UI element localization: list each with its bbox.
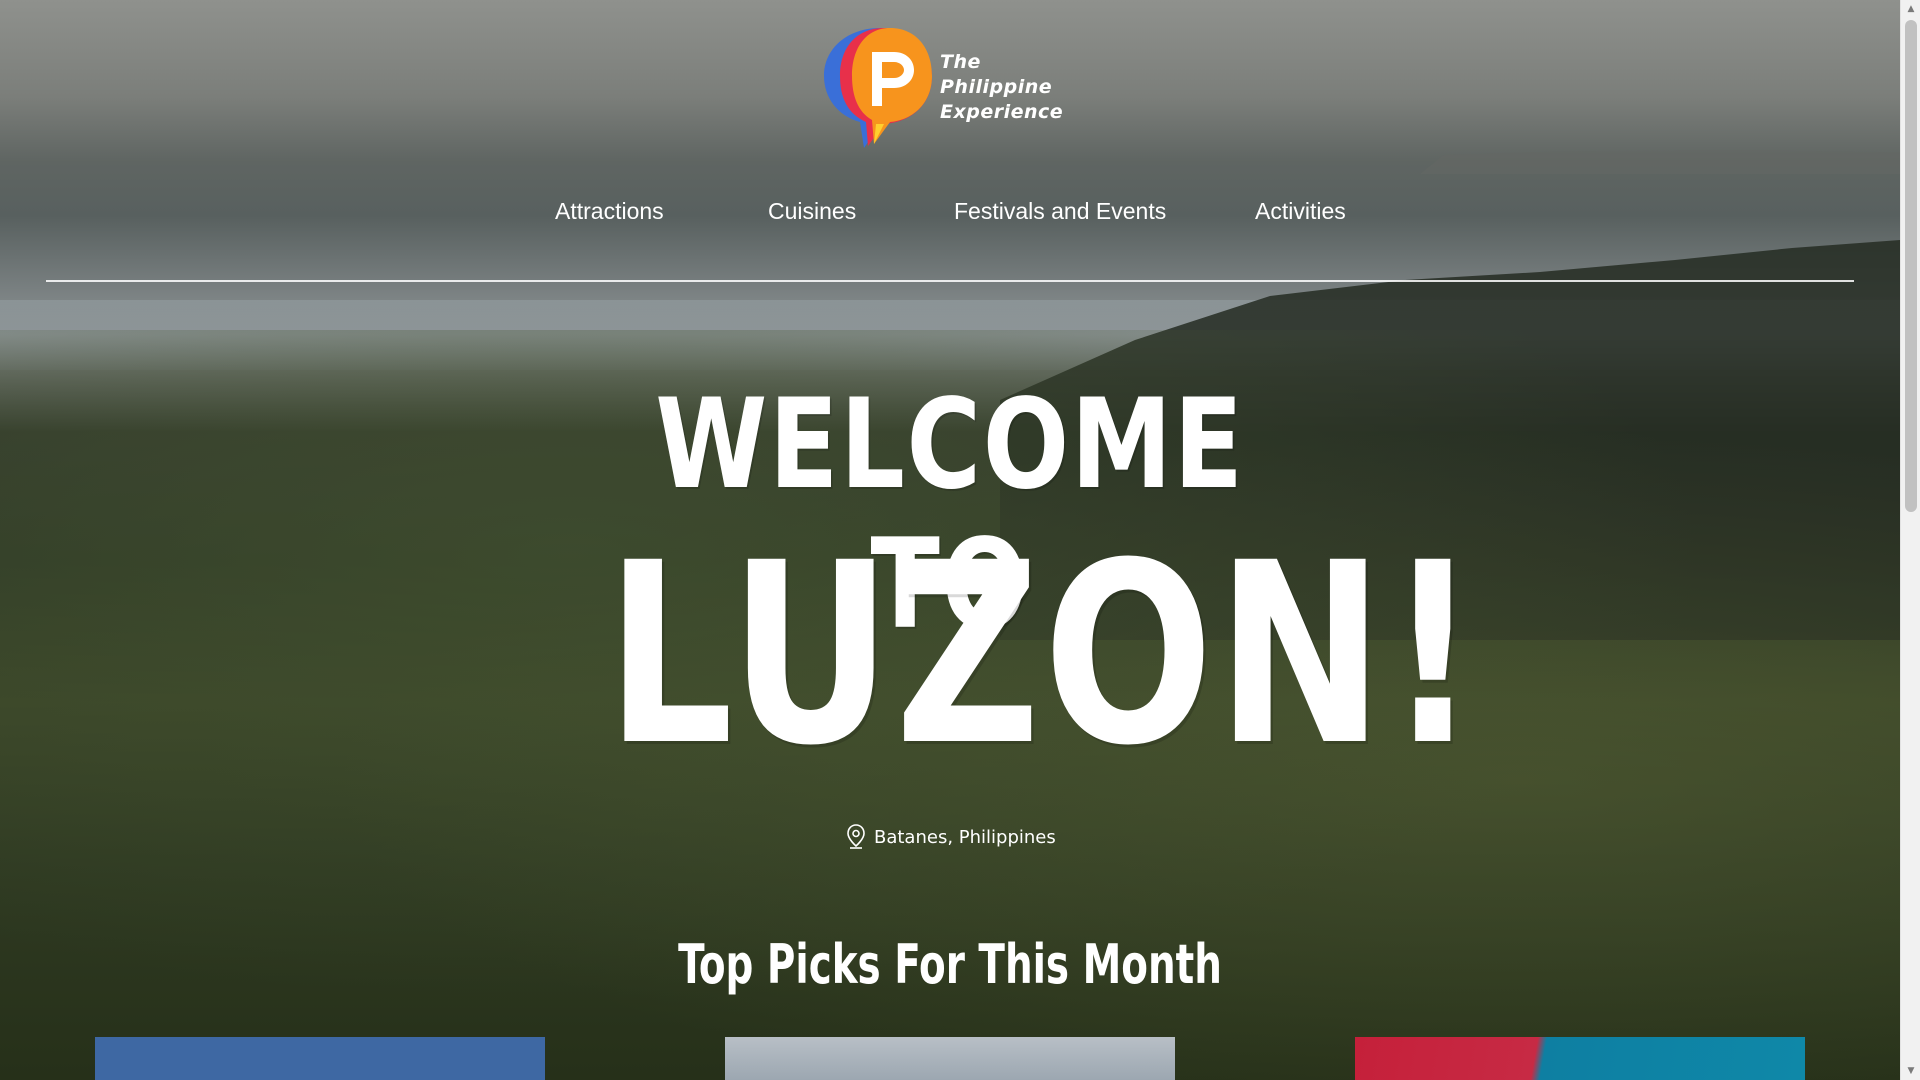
map-pin-icon <box>847 824 865 849</box>
hero-headline-line-2: LUZON! <box>606 509 1482 800</box>
top-pick-card-1[interactable] <box>95 1037 545 1080</box>
top-pick-card-3[interactable] <box>1355 1037 1805 1080</box>
logo-wordmark: The Philippine Experience <box>940 50 1063 125</box>
scroll-up-arrow-icon[interactable]: ▲ <box>1901 0 1920 18</box>
nav-divider <box>46 280 1854 282</box>
nav-item-activities[interactable]: Activities <box>1255 198 1346 225</box>
nav-item-festivals-and-events[interactable]: Festivals and Events <box>954 198 1166 225</box>
nav-item-cuisines[interactable]: Cuisines <box>768 198 856 225</box>
hero-section: The Philippine Experience Attractions Cu… <box>0 0 1900 1080</box>
hero-location: Batanes, Philippines <box>846 822 1056 852</box>
logo-mark-icon <box>824 28 932 148</box>
logo-line-1: The <box>940 51 981 73</box>
page-scrollbar[interactable]: ▲ ▼ <box>1900 0 1920 1080</box>
main-nav: Attractions Cuisines Festivals and Event… <box>0 198 1900 234</box>
logo-line-3: Experience <box>940 101 1064 123</box>
logo-line-2: Philippine <box>940 76 1053 98</box>
top-pick-card-2[interactable] <box>725 1037 1175 1080</box>
far-island-background <box>1420 150 1900 174</box>
scrollbar-thumb[interactable] <box>1905 20 1917 512</box>
hero-headline-line-1: WELCOME TO <box>655 373 1245 657</box>
location-label: Batanes, Philippines <box>874 826 1056 848</box>
nav-item-attractions[interactable]: Attractions <box>555 198 664 225</box>
scroll-down-arrow-icon[interactable]: ▼ <box>1901 1062 1920 1080</box>
top-picks-title: Top Picks For This Month <box>678 933 1222 996</box>
site-logo[interactable]: The Philippine Experience <box>820 24 1080 154</box>
